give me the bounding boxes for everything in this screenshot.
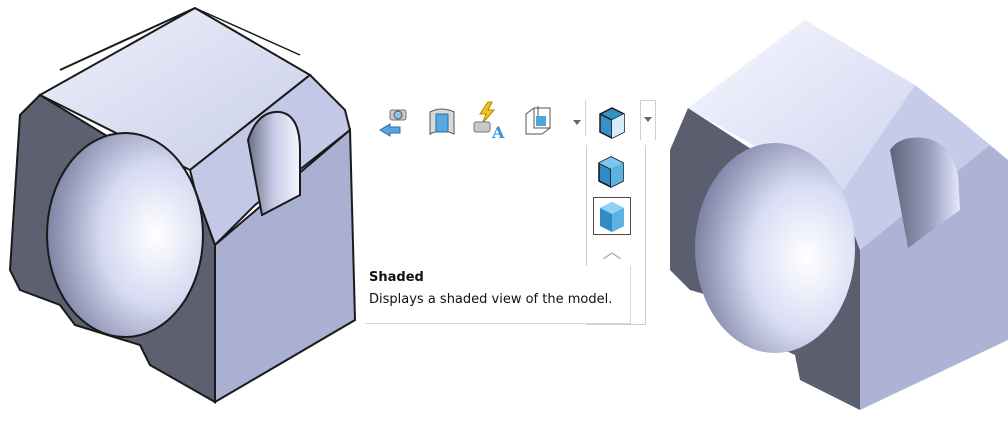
tooltip-title: Shaded bbox=[369, 270, 424, 285]
menu-item-shaded-with-edges[interactable] bbox=[593, 153, 631, 191]
section-view-button[interactable] bbox=[422, 102, 462, 142]
toolbar-separator bbox=[585, 100, 586, 136]
model-shaded bbox=[670, 20, 1008, 410]
chevron-down-icon bbox=[644, 117, 652, 122]
display-style-button[interactable] bbox=[592, 102, 632, 142]
camera-arrow-icon bbox=[379, 109, 407, 137]
view-toolbar: A bbox=[370, 96, 670, 146]
view-settings-icon bbox=[525, 106, 551, 135]
tooltip: Shaded Displays a shaded view of the mod… bbox=[365, 266, 631, 324]
annotation-lightning-icon: A bbox=[473, 101, 505, 142]
shaded-cube-icon bbox=[600, 202, 624, 232]
view-palette-button[interactable] bbox=[518, 102, 558, 142]
cube-outline-icon bbox=[602, 252, 622, 259]
display-style-cube-icon bbox=[599, 107, 625, 139]
section-view-icon bbox=[429, 108, 455, 135]
view-palette-dropdown-arrow[interactable] bbox=[573, 120, 581, 125]
tooltip-description: Displays a shaded view of the model. bbox=[369, 292, 613, 307]
display-style-dropdown-toggle[interactable] bbox=[640, 100, 656, 140]
shaded-with-edges-cube-icon bbox=[598, 156, 624, 188]
menu-item-partial-icon[interactable] bbox=[595, 249, 629, 259]
view-orientation-button[interactable] bbox=[376, 102, 416, 142]
svg-text:A: A bbox=[491, 123, 505, 142]
model-shaded-with-edges bbox=[8, 6, 357, 404]
menu-item-shaded[interactable] bbox=[593, 197, 631, 235]
dynamic-annotation-views-button[interactable]: A bbox=[470, 100, 510, 142]
